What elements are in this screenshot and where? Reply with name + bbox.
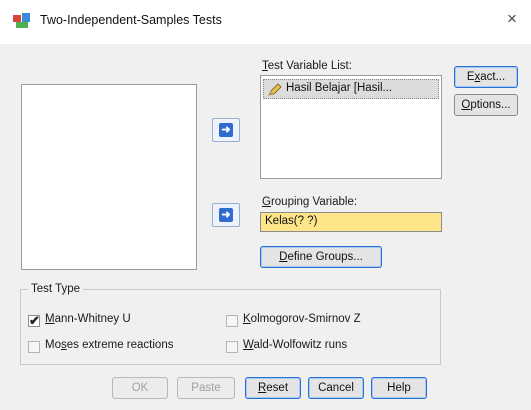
ok-button[interactable]: OK <box>112 377 168 399</box>
list-item-label: Hasil Belajar [Hasil... <box>286 82 393 94</box>
test-type-group <box>20 289 441 365</box>
exact-button[interactable]: Exact... <box>454 66 518 88</box>
help-button[interactable]: Help <box>371 377 427 399</box>
mann-whitney-checkbox[interactable]: ✔ <box>28 313 40 328</box>
paste-button[interactable]: Paste <box>177 377 235 399</box>
grouping-variable-field[interactable]: Kelas(? ?) <box>260 212 442 232</box>
app-icon <box>13 13 30 28</box>
title-bar: Two-Independent-Samples Tests × <box>0 0 531 44</box>
wald-wolfowitz-checkbox[interactable] <box>226 341 238 353</box>
moses-extreme-reactions-label: Moses extreme reactions <box>45 339 174 351</box>
options-button[interactable]: Options... <box>454 94 518 116</box>
arrow-right-icon: ➜ <box>219 208 233 222</box>
window-title: Two-Independent-Samples Tests <box>40 13 222 27</box>
test-type-legend: Test Type <box>28 283 84 295</box>
source-variable-list[interactable] <box>21 84 197 270</box>
test-variable-list[interactable]: Hasil Belajar [Hasil... <box>260 75 442 179</box>
check-icon: ✔ <box>29 313 40 328</box>
grouping-variable-label: Grouping Variable: <box>262 196 358 208</box>
moses-extreme-reactions-checkbox[interactable] <box>28 341 40 353</box>
list-item[interactable]: Hasil Belajar [Hasil... <box>263 79 439 99</box>
reset-button[interactable]: Reset <box>245 377 301 399</box>
test-variable-list-label: Test Variable List: <box>262 60 352 72</box>
wald-wolfowitz-label: Wald-Wolfowitz runs <box>243 339 348 351</box>
define-groups-button[interactable]: Define Groups... <box>260 246 382 268</box>
pencil-icon <box>268 83 282 96</box>
move-to-test-list-button[interactable]: ➜ <box>212 118 240 142</box>
close-icon[interactable]: × <box>502 9 522 29</box>
kolmogorov-smirnov-checkbox[interactable] <box>226 315 238 327</box>
arrow-right-icon: ➜ <box>219 123 233 137</box>
cancel-button[interactable]: Cancel <box>308 377 364 399</box>
move-to-grouping-button[interactable]: ➜ <box>212 203 240 227</box>
mann-whitney-label: Mann-Whitney U <box>45 313 131 325</box>
kolmogorov-smirnov-label: Kolmogorov-Smirnov Z <box>243 313 361 325</box>
